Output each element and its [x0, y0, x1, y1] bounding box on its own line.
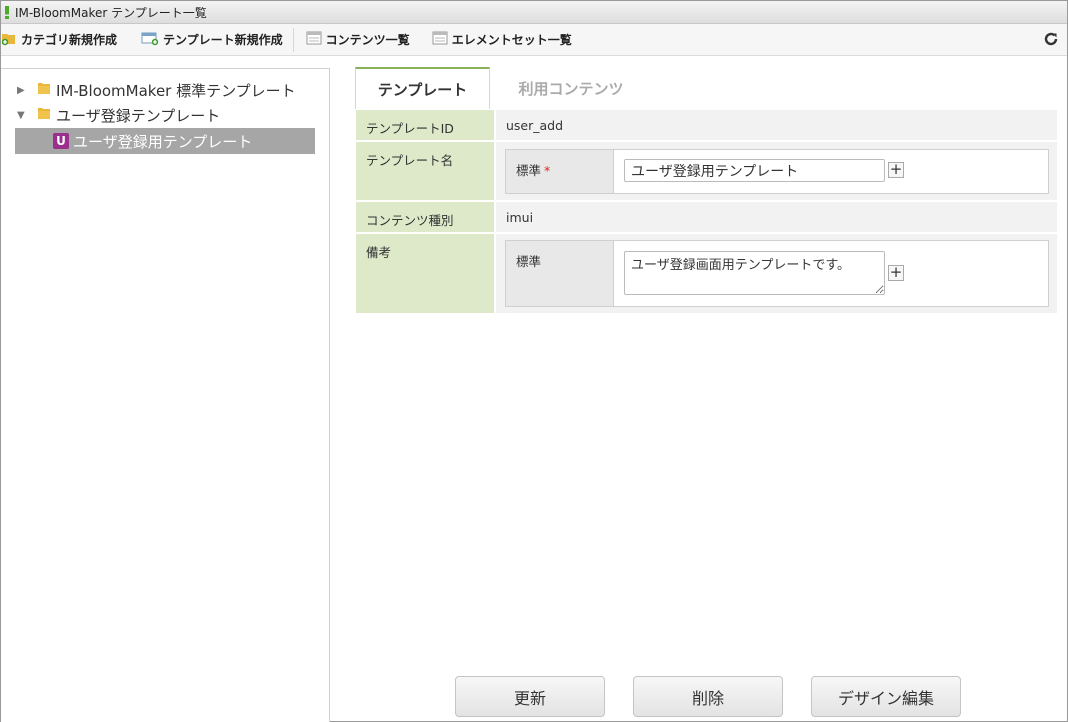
content-type-label: コンテンツ種別	[356, 202, 494, 232]
add-locale-icon[interactable]: +	[888, 265, 904, 281]
toolbar: カテゴリ新規作成 テンプレート新規作成 コンテンツ一覧 エレメントセット一覧	[1, 24, 1067, 56]
toolbar-divider	[292, 27, 294, 52]
template-name-label: テンプレート名	[356, 142, 494, 200]
list-icon	[306, 31, 322, 48]
new-template-label: テンプレート新規作成	[163, 33, 283, 47]
template-id-value: user_add	[496, 110, 1057, 140]
add-locale-icon[interactable]: +	[888, 162, 904, 178]
template-type-badge: U	[53, 133, 69, 149]
list-icon	[432, 31, 448, 48]
locale-label-text: 標準	[516, 163, 542, 178]
expand-arrow-icon[interactable]: ▶	[17, 85, 31, 96]
tree-item-user-registration-templates[interactable]: ▼ ユーザ登録テンプレート	[15, 102, 220, 128]
delete-button[interactable]: 削除	[633, 676, 783, 717]
collapse-arrow-icon[interactable]: ▼	[17, 110, 31, 121]
element-set-list-button[interactable]: エレメントセット一覧	[420, 24, 582, 56]
refresh-icon[interactable]	[1043, 31, 1059, 47]
design-edit-button[interactable]: デザイン編集	[811, 676, 961, 717]
app-icon	[5, 5, 9, 19]
element-set-list-label: エレメントセット一覧	[451, 33, 572, 47]
locale-label: 標準 *	[506, 150, 614, 193]
tree-item-label: ユーザ登録用テンプレート	[73, 132, 253, 151]
notes-textarea[interactable]: ユーザ登録画面用テンプレートです。	[624, 251, 885, 295]
new-template-button[interactable]: テンプレート新規作成	[127, 24, 293, 56]
window-titlebar: IM-BloomMaker テンプレート一覧	[1, 1, 1067, 24]
template-id-label: テンプレートID	[356, 110, 494, 140]
locale-label-text: 標準	[516, 254, 542, 269]
tree-item-label: ユーザ登録テンプレート	[56, 106, 221, 125]
tab-used-contents[interactable]: 利用コンテンツ	[511, 67, 631, 109]
update-button[interactable]: 更新	[455, 676, 605, 717]
required-mark: *	[544, 163, 551, 178]
content-list-button[interactable]: コンテンツ一覧	[304, 24, 420, 56]
notes-label: 備考	[356, 234, 494, 313]
template-add-icon	[141, 30, 159, 49]
new-category-label: カテゴリ新規作成	[21, 33, 118, 47]
category-tree-panel	[1, 68, 330, 722]
template-name-input[interactable]	[624, 159, 885, 182]
tab-template[interactable]: テンプレート	[355, 67, 490, 109]
content-list-label: コンテンツ一覧	[325, 33, 410, 47]
tree-item-label: IM-BloomMaker 標準テンプレート	[56, 81, 296, 100]
tree-item-user-registration-template[interactable]: U ユーザ登録用テンプレート	[15, 128, 315, 154]
content-type-value: imui	[496, 202, 1057, 232]
window-title: IM-BloomMaker テンプレート一覧	[15, 5, 207, 20]
folder-add-icon	[1, 30, 17, 49]
tree-item-standard-templates[interactable]: ▶ IM-BloomMaker 標準テンプレート	[15, 77, 296, 103]
locale-label: 標準	[506, 241, 614, 306]
folder-icon	[37, 81, 51, 99]
folder-open-icon	[37, 106, 51, 124]
new-category-button[interactable]: カテゴリ新規作成	[1, 24, 127, 56]
